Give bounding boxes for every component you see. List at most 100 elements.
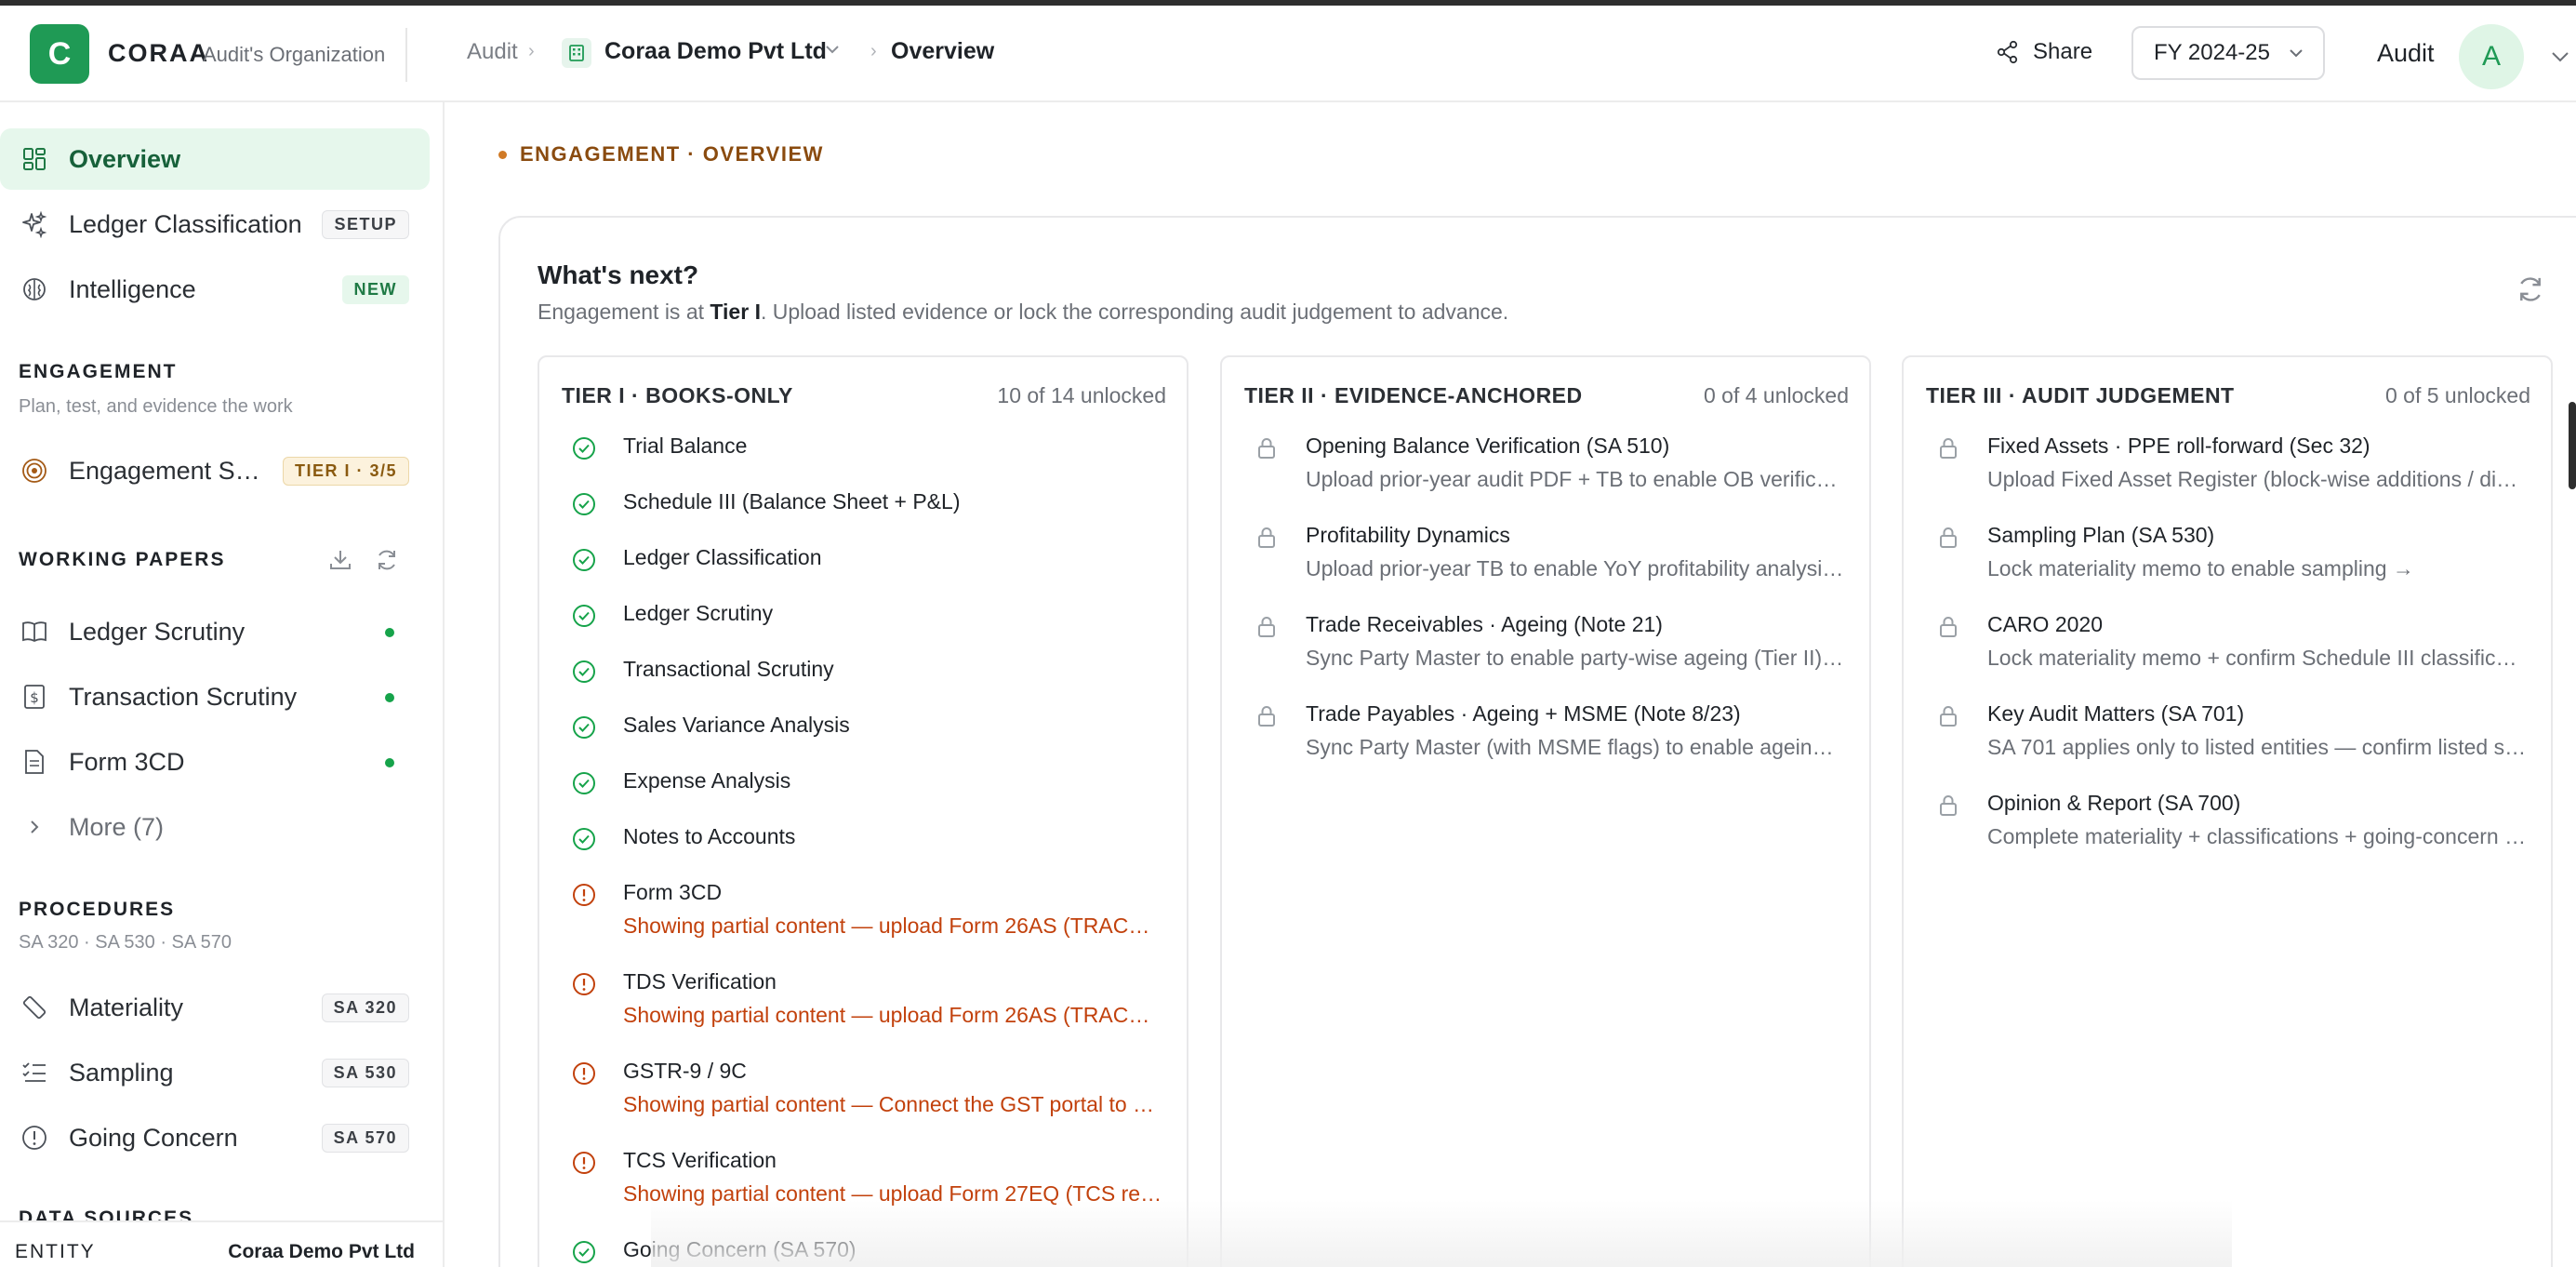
- top-header: C CORAA Audit's Organization Audit › Cor…: [0, 6, 2576, 102]
- alert-circle-icon: [571, 971, 599, 999]
- new-badge: NEW: [341, 275, 409, 304]
- chevron-down-icon[interactable]: [824, 43, 841, 60]
- tier-item-description: Upload prior-year TB to enable YoY profi…: [1306, 556, 1845, 580]
- sidebar-item-label: Materiality: [69, 993, 184, 1021]
- sidebar-item-transaction-scrutiny[interactable]: $ Transaction Scrutiny: [0, 666, 430, 727]
- document-icon: [19, 746, 50, 778]
- lock-icon: [1935, 525, 1963, 553]
- lock-icon: [1935, 435, 1963, 463]
- tier-item-description: Showing partial content — upload Form 26…: [623, 1003, 1162, 1027]
- card-subtitle-prefix: Engagement is at: [538, 300, 710, 324]
- dollar-doc-icon: $: [19, 681, 50, 713]
- breadcrumb-current: Overview: [891, 38, 995, 64]
- svg-text:$: $: [30, 689, 39, 706]
- tier-column-title: TIER I · BOOKS-ONLY: [562, 383, 793, 407]
- bottom-fade: [651, 1200, 2232, 1267]
- org-name: Audit's Organization: [203, 43, 386, 66]
- procedures-section-subtitle: SA 320 · SA 530 · SA 570: [19, 932, 232, 953]
- sa-badge: SA 320: [321, 994, 409, 1022]
- tier-column-count: 0 of 4 unlocked: [1703, 383, 1849, 407]
- section-tag-label: ENGAGEMENT · OVERVIEW: [520, 142, 824, 166]
- tier-column-3: TIER III · AUDIT JUDGEMENT 0 of 5 unlocke…: [1902, 355, 2553, 1267]
- share-button[interactable]: Share: [1996, 39, 2092, 65]
- entity-label: ENTITY: [15, 1241, 96, 1262]
- refresh-icon[interactable]: [2515, 273, 2546, 310]
- tier-item-title: Sampling Plan (SA 530): [1987, 523, 2215, 547]
- sidebar-item-sampling[interactable]: Sampling SA 530: [0, 1042, 430, 1103]
- breadcrumb-audit[interactable]: Audit: [467, 39, 518, 65]
- check-circle-icon: [571, 770, 599, 798]
- brain-icon: [19, 273, 50, 305]
- lock-icon: [1254, 525, 1281, 553]
- lock-icon: [1254, 614, 1281, 642]
- tier-item-description: Lock materiality memo + confirm Schedule…: [1987, 646, 2527, 670]
- sidebar-item-ledger-classification[interactable]: Ledger Classification SETUP: [0, 193, 430, 255]
- lock-icon: [1935, 793, 1963, 820]
- check-circle-icon: [571, 491, 599, 519]
- status-dot: [385, 758, 394, 767]
- breadcrumb-separator-icon: ›: [870, 41, 877, 61]
- sidebar-item-label: Ledger Classification: [69, 209, 302, 238]
- book-icon: [19, 616, 50, 647]
- company-switcher[interactable]: Coraa Demo Pvt Ltd: [604, 38, 827, 65]
- grid-icon: [19, 143, 50, 175]
- sidebar-item-intelligence[interactable]: Intelligence NEW: [0, 259, 430, 320]
- section-tag-dot: [498, 150, 507, 159]
- entity-value: Coraa Demo Pvt Ltd: [228, 1241, 415, 1262]
- alert-circle-icon: [571, 1150, 599, 1178]
- lock-icon: [1935, 614, 1963, 642]
- tier-item-title: Sales Variance Analysis: [623, 713, 850, 737]
- account-menu-chevron-icon[interactable]: [2550, 50, 2570, 68]
- sidebar-item-form-3cd[interactable]: Form 3CD: [0, 731, 430, 793]
- sidebar-item-ledger-scrutiny[interactable]: Ledger Scrutiny: [0, 601, 430, 662]
- tier-item-title: Notes to Accounts: [623, 824, 796, 848]
- user-avatar[interactable]: A: [2459, 24, 2524, 89]
- tier-item-description: Showing partial content — Connect the GS…: [623, 1092, 1162, 1116]
- card-subtitle: Engagement is at Tier I. Upload listed e…: [538, 300, 1508, 325]
- check-circle-icon: [571, 1239, 599, 1267]
- engagement-section-subtitle: Plan, test, and evidence the work: [19, 396, 293, 417]
- sidebar-item-label: Engagement Set...: [69, 456, 273, 485]
- working-papers-tools: [327, 547, 400, 573]
- scrollbar-thumb[interactable]: [2569, 402, 2576, 489]
- avatar-letter: A: [2481, 41, 2501, 72]
- tier-item-description: Upload Fixed Asset Register (block-wise …: [1987, 467, 2527, 491]
- tier-item-title: Opening Balance Verification (SA 510): [1306, 433, 1670, 458]
- sidebar-item-going-concern[interactable]: Going Concern SA 570: [0, 1107, 430, 1168]
- tier-column-1: TIER I · BOOKS-ONLY 10 of 14 unlocked Tria…: [538, 355, 1188, 1267]
- sparkle-icon: [19, 208, 50, 240]
- sidebar-item-overview[interactable]: Overview: [0, 128, 430, 190]
- sidebar: Overview Ledger Classification SETUP Int…: [0, 102, 445, 1267]
- fiscal-year-select[interactable]: FY 2024-25: [2131, 26, 2325, 80]
- tier-item-description: Showing partial content — upload Form 26…: [623, 914, 1162, 938]
- download-icon[interactable]: [327, 547, 353, 573]
- app-logo[interactable]: C: [30, 24, 89, 84]
- status-dot: [385, 628, 394, 637]
- tier-item-title: Transactional Scrutiny: [623, 657, 834, 681]
- check-circle-icon: [571, 826, 599, 854]
- tier-column-title: TIER III · AUDIT JUDGEMENT: [1926, 383, 2235, 407]
- tier-item-title: Trial Balance: [623, 433, 748, 458]
- tier-item-description: Sync Party Master to enable party-wise a…: [1306, 646, 1845, 670]
- sidebar-item-materiality[interactable]: Materiality SA 320: [0, 977, 430, 1038]
- sidebar-more-label: More (7): [69, 812, 165, 841]
- alert-circle-icon: [571, 1060, 599, 1088]
- check-circle-icon: [571, 435, 599, 463]
- tier-item-description: Complete materiality + classifications +…: [1987, 824, 2527, 848]
- tier-item-title: Key Audit Matters (SA 701): [1987, 701, 2245, 726]
- share-icon: [1997, 40, 2018, 64]
- breadcrumb-separator-icon: ›: [528, 41, 535, 61]
- fiscal-year-value: FY 2024-25: [2154, 40, 2270, 65]
- sidebar-more-toggle[interactable]: More (7): [0, 796, 430, 858]
- alert-circle-icon: [19, 1122, 50, 1154]
- sidebar-item-engagement-setup[interactable]: Engagement Set... TIER I · 3/5: [0, 440, 430, 501]
- lock-icon: [1935, 703, 1963, 731]
- tier-item-title: Ledger Scrutiny: [623, 601, 774, 625]
- card-title: What's next?: [538, 260, 699, 289]
- sidebar-item-label: Intelligence: [69, 274, 196, 303]
- tier-item-title: Trade Payables · Ageing + MSME (Note 8/2…: [1306, 701, 1741, 726]
- setup-badge: SETUP: [322, 210, 409, 239]
- refresh-icon[interactable]: [374, 547, 400, 573]
- tier-item-title: GSTR-9 / 9C: [623, 1059, 747, 1083]
- tier-item-description: Upload prior-year audit PDF + TB to enab…: [1306, 467, 1845, 491]
